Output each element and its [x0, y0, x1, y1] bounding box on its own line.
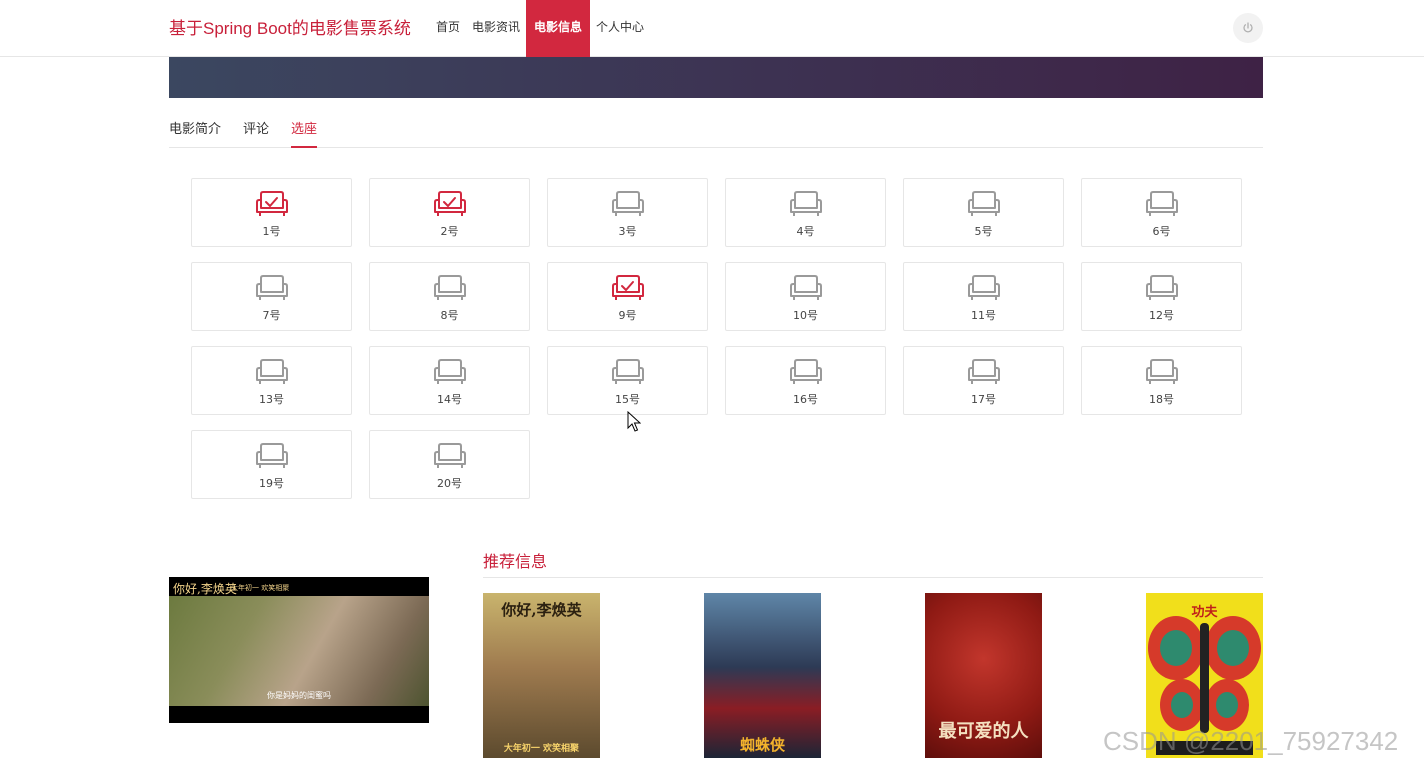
seat-12[interactable]: 12号 [1081, 262, 1242, 331]
seat-icon [256, 275, 288, 300]
seat-icon [256, 359, 288, 384]
seat-5[interactable]: 5号 [903, 178, 1064, 247]
site-title[interactable]: 基于Spring Boot的电影售票系统 [169, 14, 411, 39]
seat-label: 17号 [971, 393, 996, 406]
seat-label: 2号 [440, 225, 459, 238]
tab-comments[interactable]: 评论 [243, 114, 269, 148]
seat-icon [968, 191, 1000, 216]
seat-7[interactable]: 7号 [191, 262, 352, 331]
seat-20[interactable]: 20号 [369, 430, 530, 499]
logout-button[interactable] [1233, 13, 1263, 43]
poster-bottom-text: 最可爱的人 [938, 721, 1029, 742]
seat-icon [434, 443, 466, 468]
seat-label: 1号 [262, 225, 281, 238]
seat-3[interactable]: 3号 [547, 178, 708, 247]
seat-selected-icon [434, 191, 466, 216]
seat-9[interactable]: 9号 [547, 262, 708, 331]
seat-label: 14号 [437, 393, 462, 406]
seat-icon [612, 359, 644, 384]
seat-icon [790, 275, 822, 300]
seat-label: 12号 [1149, 309, 1174, 322]
poster-spider-man[interactable]: 蜘蛛侠 [704, 593, 821, 758]
movie-banner [169, 57, 1263, 98]
trailer-video[interactable]: 你好,李焕英 大年初一 欢笑相聚 你是妈妈的闺蜜吗 [169, 577, 429, 723]
seat-icon [434, 359, 466, 384]
seat-label: 10号 [793, 309, 818, 322]
poster-bottom-text: 蜘蛛侠 [739, 736, 785, 754]
seat-icon [612, 191, 644, 216]
movie-detail-tabs: 电影简介 评论 选座 [169, 114, 1263, 148]
video-title: 你好,李焕英 [173, 582, 237, 596]
nav-personal-center[interactable]: 个人中心 [590, 0, 650, 57]
seat-10[interactable]: 10号 [725, 262, 886, 331]
power-icon [1243, 22, 1253, 33]
seat-17[interactable]: 17号 [903, 346, 1064, 415]
seat-label: 16号 [793, 393, 818, 406]
seat-icon [256, 443, 288, 468]
seat-label: 13号 [259, 393, 284, 406]
nav-home[interactable]: 首页 [430, 0, 466, 57]
seat-label: 9号 [618, 309, 637, 322]
poster-most-lovable[interactable]: 最可爱的人 [925, 593, 1042, 758]
seat-icon [968, 359, 1000, 384]
seat-icon [1146, 275, 1178, 300]
seat-selected-icon [612, 275, 644, 300]
seat-icon [1146, 191, 1178, 216]
poster-title: 功夫 [1191, 605, 1218, 620]
seat-selected-icon [256, 191, 288, 216]
seat-label: 3号 [618, 225, 637, 238]
seat-icon [434, 275, 466, 300]
poster-hello-mom[interactable]: 你好,李焕英 大年初一 欢笑相聚 [483, 593, 600, 758]
seat-11[interactable]: 11号 [903, 262, 1064, 331]
seat-label: 4号 [796, 225, 815, 238]
seat-16[interactable]: 16号 [725, 346, 886, 415]
seat-icon [790, 191, 822, 216]
seat-2[interactable]: 2号 [369, 178, 530, 247]
seat-label: 8号 [440, 309, 459, 322]
seat-18[interactable]: 18号 [1081, 346, 1242, 415]
mouse-cursor-icon [627, 411, 641, 432]
seat-icon [968, 275, 1000, 300]
main-nav: 首页 电影资讯 电影信息 个人中心 [430, 0, 650, 57]
nav-movie-news[interactable]: 电影资讯 [466, 0, 526, 57]
seat-label: 18号 [1149, 393, 1174, 406]
seat-1[interactable]: 1号 [191, 178, 352, 247]
seat-label: 15号 [615, 393, 640, 406]
video-subtitle: 大年初一 欢笑相聚 [231, 584, 290, 592]
tab-intro[interactable]: 电影简介 [169, 114, 221, 148]
seat-label: 11号 [971, 309, 996, 322]
tab-seat-selection[interactable]: 选座 [291, 114, 318, 148]
seat-6[interactable]: 6号 [1081, 178, 1242, 247]
poster-title: 你好,李焕英 [501, 601, 582, 619]
recommend-divider [483, 577, 1263, 578]
seat-13[interactable]: 13号 [191, 346, 352, 415]
poster-bottom-text: 大年初一 欢笑相聚 [503, 744, 580, 754]
seat-8[interactable]: 8号 [369, 262, 530, 331]
nav-movie-info[interactable]: 电影信息 [526, 0, 591, 57]
seat-4[interactable]: 4号 [725, 178, 886, 247]
video-caption: 你是妈妈的闺蜜吗 [267, 691, 331, 700]
seat-icon [790, 359, 822, 384]
seat-19[interactable]: 19号 [191, 430, 352, 499]
seat-14[interactable]: 14号 [369, 346, 530, 415]
watermark: CSDN @2201_75927342 [1103, 726, 1399, 756]
seat-label: 7号 [262, 309, 281, 322]
recommend-title: 推荐信息 [483, 552, 548, 571]
top-navbar: 基于Spring Boot的电影售票系统 首页 电影资讯 电影信息 个人中心 [0, 0, 1424, 57]
seat-label: 20号 [437, 477, 462, 490]
seat-label: 19号 [259, 477, 284, 490]
seat-label: 5号 [974, 225, 993, 238]
seat-icon [1146, 359, 1178, 384]
seat-15[interactable]: 15号 [547, 346, 708, 415]
seat-label: 6号 [1152, 225, 1171, 238]
